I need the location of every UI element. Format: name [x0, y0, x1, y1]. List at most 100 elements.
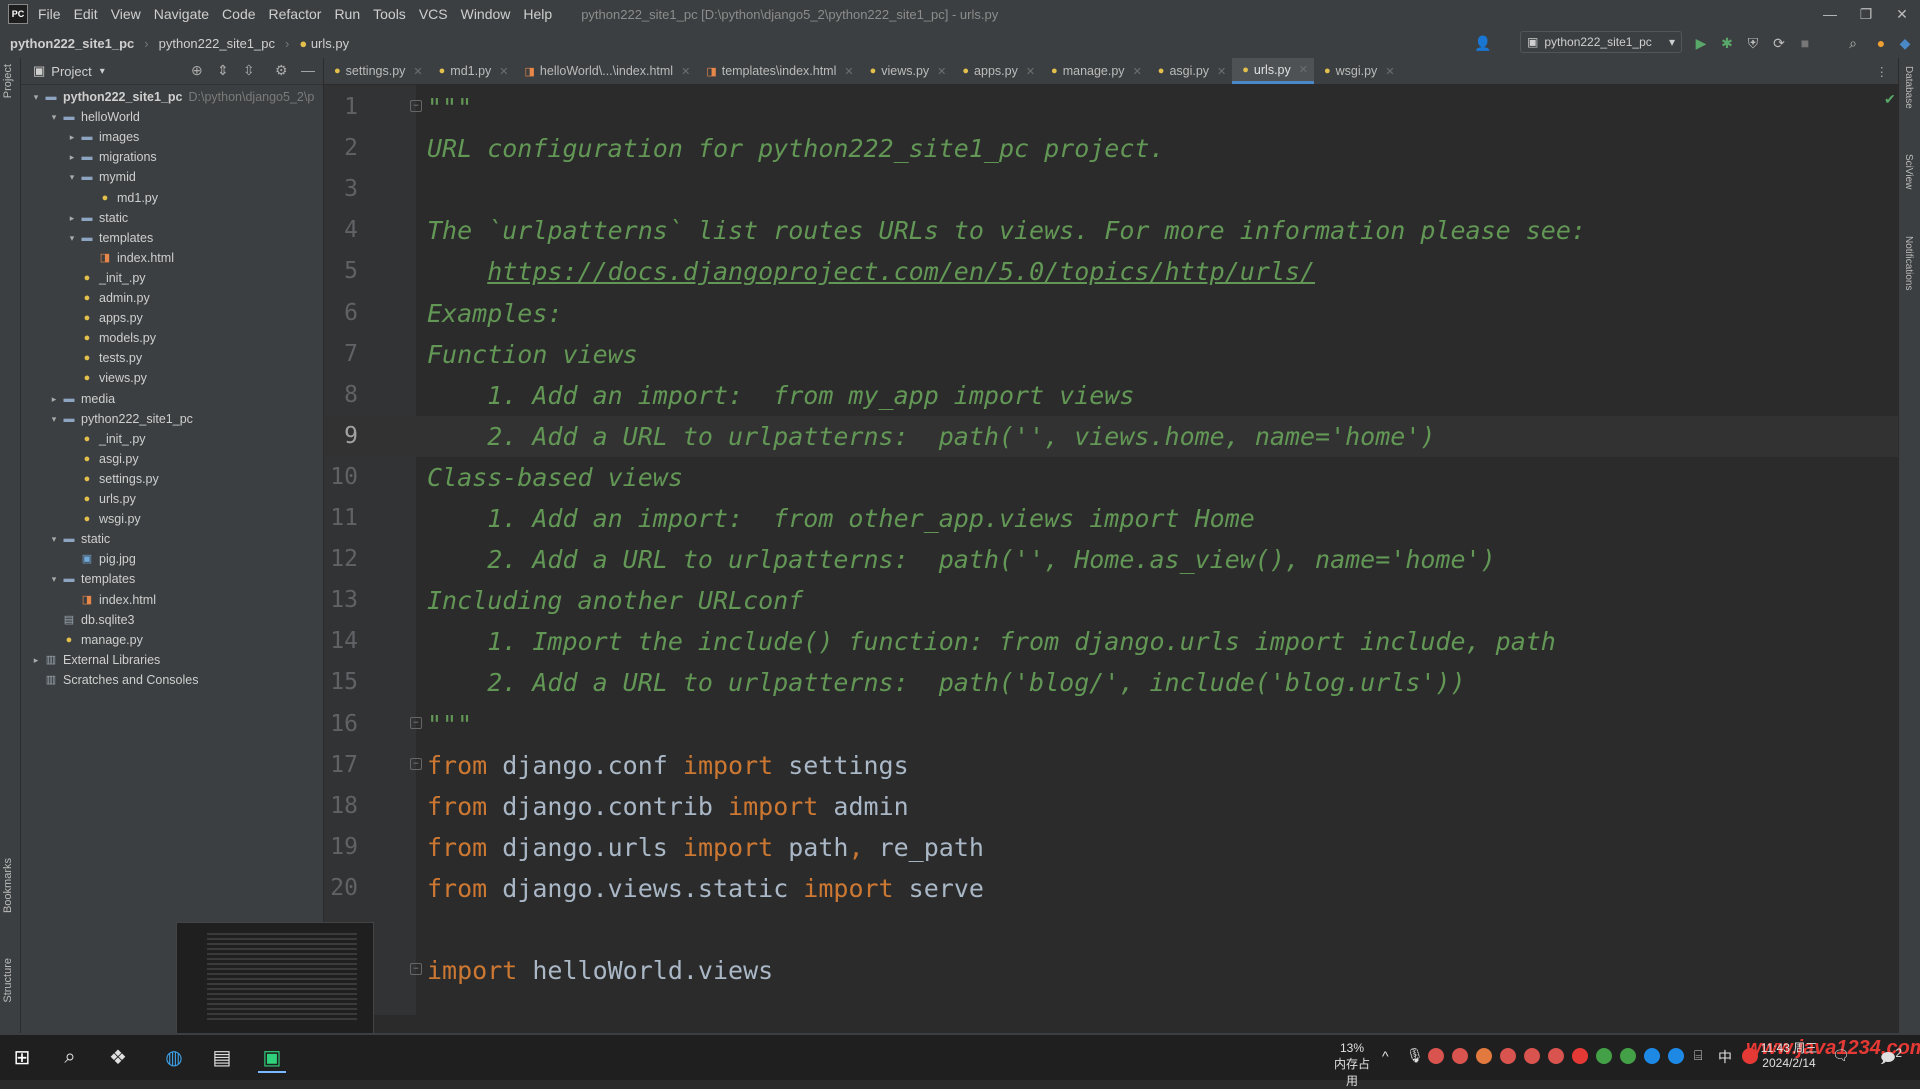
code-line[interactable]: 7 Function views	[324, 334, 1898, 375]
code-line[interactable]: 5 https://docs.djangoproject.com/en/5.0/…	[324, 251, 1898, 292]
tree-item[interactable]: ▾ ▬ static	[47, 529, 110, 549]
wechat-icon[interactable]	[1596, 1048, 1612, 1064]
code-line[interactable]: 2 URL configuration for python222_site1_p…	[324, 128, 1898, 169]
tray-app-icon[interactable]	[1620, 1048, 1636, 1064]
code-line[interactable]: 18 from django.contrib import admin	[324, 786, 1898, 827]
coverage-icon[interactable]: ⛨	[1744, 34, 1762, 52]
project-panel-title[interactable]: Project	[51, 64, 91, 79]
chevron-down-icon[interactable]: ▾	[65, 167, 79, 187]
code-line[interactable]: 14 1. Import the include() function: fro…	[324, 621, 1898, 662]
run-icon[interactable]: ▶	[1692, 34, 1710, 52]
editor-tab[interactable]: ● md1.py ✕	[429, 58, 515, 84]
tree-item[interactable]: ▸ ▥ External Libraries	[29, 650, 161, 670]
code-line[interactable]: 3	[324, 169, 1898, 210]
expand-all-icon[interactable]: ⇕	[217, 62, 229, 79]
breadcrumb-project[interactable]: python222_site1_pc	[10, 36, 134, 51]
menu-navigate[interactable]: Navigate	[154, 6, 209, 22]
tree-item[interactable]: ▸ ▬ media	[47, 389, 115, 409]
tree-item[interactable]: ● wsgi.py	[65, 509, 141, 529]
tray-app-icon[interactable]	[1572, 1048, 1588, 1064]
locate-icon[interactable]: ⊕	[191, 62, 203, 79]
code-line[interactable]	[324, 909, 1898, 950]
code-line[interactable]: 17 − from django.conf import settings	[324, 745, 1898, 786]
stop-icon[interactable]: ■	[1796, 34, 1814, 52]
menu-tools[interactable]: Tools	[373, 6, 406, 22]
pycharm-taskbar-icon[interactable]: ▣	[258, 1043, 286, 1073]
menu-file[interactable]: File	[38, 6, 61, 22]
tree-item[interactable]: ● settings.py	[65, 469, 159, 489]
plugin-icon[interactable]: ◆	[1896, 34, 1914, 52]
input-method-indicator[interactable]: 中	[1718, 1047, 1732, 1067]
breadcrumb-package[interactable]: python222_site1_pc	[159, 36, 275, 51]
docs-link[interactable]: https://docs.djangoproject.com/en/5.0/to…	[487, 257, 1315, 286]
search-icon[interactable]: ⌕	[56, 1043, 84, 1071]
close-tab-icon[interactable]: ✕	[499, 65, 508, 78]
gear-icon[interactable]: ⚙	[275, 62, 288, 79]
tree-item[interactable]: ● admin.py	[65, 288, 150, 308]
code-minimap[interactable]	[176, 922, 374, 1034]
search-icon[interactable]: ⌕	[1844, 34, 1862, 52]
editor-tab[interactable]: ● views.py ✕	[860, 58, 953, 84]
tree-item[interactable]: ● tests.py	[65, 348, 142, 368]
tree-item[interactable]: ▥ Scratches and Consoles	[29, 670, 199, 690]
tray-app-icon[interactable]	[1548, 1048, 1564, 1064]
tree-item[interactable]: ▾ ▬ templates	[65, 228, 153, 248]
editor-tab[interactable]: ◨ templates\index.html ✕	[696, 58, 859, 84]
code-line[interactable]: 20 from django.views.static import serve	[324, 868, 1898, 909]
tray-app-icon[interactable]	[1428, 1048, 1444, 1064]
chevron-down-icon[interactable]: ▾	[47, 529, 61, 549]
code-line[interactable]: 1 − """	[324, 87, 1898, 128]
menu-view[interactable]: View	[111, 6, 141, 22]
network-icon[interactable]: ⌸	[1694, 1047, 1702, 1064]
fold-marker-icon[interactable]: −	[410, 757, 422, 770]
structure-tool-tab[interactable]: Structure	[2, 958, 14, 1003]
chevron-down-icon[interactable]: ▾	[47, 409, 61, 429]
editor-tab[interactable]: ● apps.py ✕	[952, 58, 1041, 84]
fold-marker-icon[interactable]: −	[410, 100, 422, 112]
editor-tab[interactable]: ● asgi.py ✕	[1148, 58, 1232, 84]
clock[interactable]: 11:43 周三 2024/2/14	[1760, 1039, 1818, 1070]
chevron-down-icon[interactable]: ▾	[100, 66, 105, 77]
file-explorer-icon[interactable]: ▤	[208, 1043, 236, 1071]
tree-item[interactable]: ▸ ▬ static	[65, 208, 128, 228]
code-line[interactable]: − import helloWorld.views	[324, 950, 1898, 991]
editor-tab[interactable]: ● settings.py ✕	[324, 58, 429, 84]
code-line[interactable]: 15 2. Add a URL to urlpatterns: path('bl…	[324, 662, 1898, 703]
menu-code[interactable]: Code	[222, 6, 255, 22]
notifications-tool-tab[interactable]: Notifications	[1903, 236, 1914, 290]
tab-overflow-icon[interactable]: ⋮	[1876, 58, 1889, 84]
code-line[interactable]: 6 Examples:	[324, 293, 1898, 334]
close-tab-icon[interactable]: ✕	[844, 65, 853, 78]
tree-item[interactable]: ● _init_.py	[65, 268, 146, 288]
microphone-icon[interactable]: 🎙	[1406, 1047, 1424, 1064]
windows-start-icon[interactable]: ⊞	[8, 1043, 36, 1071]
memory-widget[interactable]: 13% 内存占用	[1330, 1041, 1374, 1089]
code-line[interactable]: 13 Including another URLconf	[324, 580, 1898, 621]
tree-item[interactable]: ● asgi.py	[65, 449, 139, 469]
chevron-right-icon[interactable]: ▸	[29, 650, 43, 670]
menu-refactor[interactable]: Refactor	[269, 6, 322, 22]
menu-window[interactable]: Window	[461, 6, 511, 22]
tray-app-icon[interactable]	[1668, 1048, 1684, 1064]
tree-item[interactable]: ▸ ▬ migrations	[65, 147, 157, 167]
sciview-tool-tab[interactable]: SciView	[1903, 154, 1914, 189]
code-line[interactable]: 4 The `urlpatterns` list routes URLs to v…	[324, 210, 1898, 251]
tree-item[interactable]: ● views.py	[65, 368, 147, 388]
tree-item[interactable]: ▾ ▬ python222_site1_pc D:\python\django5_2\…	[29, 87, 315, 107]
editor-tab[interactable]: ● urls.py ✕	[1232, 58, 1314, 84]
tree-item[interactable]: ▾ ▬ templates	[47, 569, 135, 589]
fold-marker-icon[interactable]: −	[410, 716, 422, 729]
tree-item[interactable]: ▤ db.sqlite3	[47, 610, 135, 630]
tray-app-icon[interactable]	[1524, 1048, 1540, 1064]
debug-icon[interactable]: ✱	[1718, 34, 1736, 52]
chevron-down-icon[interactable]: ▾	[47, 107, 61, 127]
collapse-all-icon[interactable]: ⇳	[243, 62, 255, 79]
code-line[interactable]: 11 1. Add an import: from other_app.view…	[324, 498, 1898, 539]
project-tool-tab[interactable]: Project	[2, 64, 14, 98]
tree-item[interactable]: ● _init_.py	[65, 429, 146, 449]
show-hidden-icons-icon[interactable]: ^	[1382, 1048, 1389, 1064]
profile-icon[interactable]: ⟳	[1770, 34, 1788, 52]
editor-tab[interactable]: ● manage.py ✕	[1041, 58, 1148, 84]
code-line[interactable]: 12 2. Add a URL to urlpatterns: path('',…	[324, 539, 1898, 580]
menu-run[interactable]: Run	[334, 6, 360, 22]
